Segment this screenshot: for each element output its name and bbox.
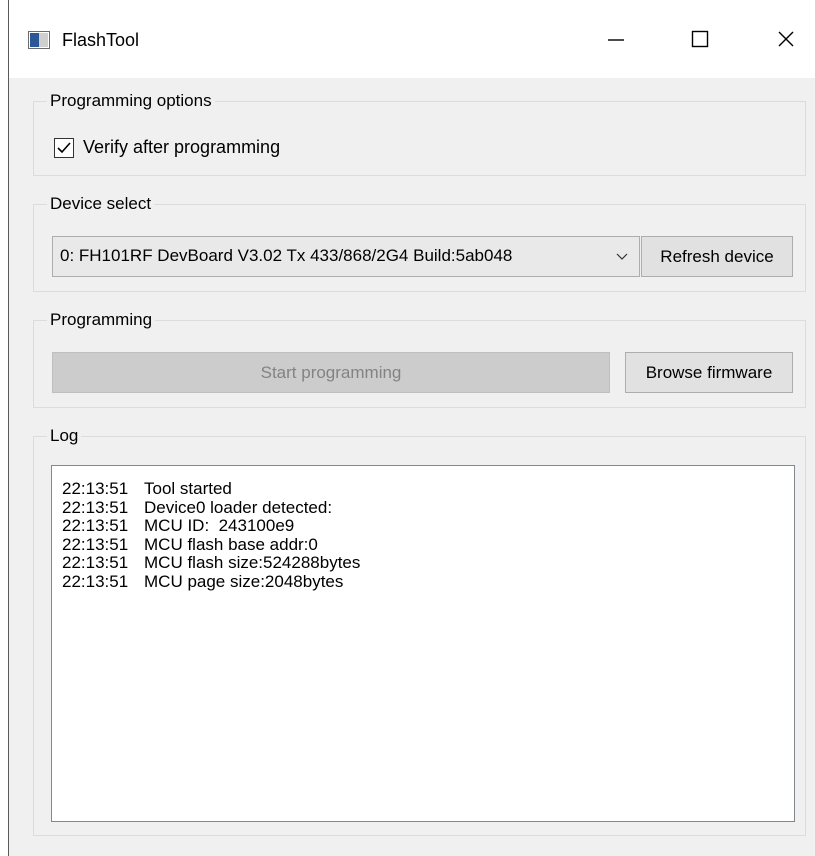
minimize-icon (608, 39, 624, 41)
window-title: FlashTool (62, 30, 140, 50)
verify-checkbox[interactable] (54, 138, 74, 158)
log-entry: 22:13:51 Tool started (62, 479, 232, 498)
log-entry: 22:13:51 MCU ID: 243100e9 (62, 516, 295, 535)
device-combobox-value: 0: FH101RF DevBoard V3.02 Tx 433/868/2G4… (60, 246, 513, 265)
browse-firmware-button[interactable]: Browse firmware (625, 352, 793, 393)
device-select-title: Device select (47, 194, 155, 214)
flashtool-window: FlashTool Programming options Verify aft… (8, 0, 815, 856)
maximize-button[interactable] (675, 16, 725, 62)
programming-title: Programming (47, 310, 156, 330)
refresh-device-button[interactable]: Refresh device (641, 236, 793, 277)
log-entry: 22:13:51 MCU page size:2048bytes (62, 571, 344, 591)
log-entry: 22:13:51 Device0 loader detected: (62, 497, 333, 517)
verify-label[interactable]: Verify after programming (83, 137, 280, 158)
log-entry: 22:13:51 MCU flash base addr:0 (62, 534, 318, 554)
log-textarea[interactable]: 22:13:51 Tool started 22:13:51 Device0 loa… (51, 465, 795, 822)
maximize-icon (691, 30, 709, 48)
log-title: Log (47, 426, 82, 446)
programming-options-title: Programming options (47, 91, 215, 111)
chevron-down-icon (616, 253, 628, 260)
title-bar[interactable]: FlashTool (9, 0, 815, 78)
start-programming-button[interactable]: Start programming (52, 352, 610, 393)
log-entry: 22:13:51 MCU flash size:524288bytes (62, 553, 361, 572)
close-button[interactable] (761, 16, 811, 62)
checkmark-icon (57, 142, 71, 154)
device-combobox[interactable]: 0: FH101RF DevBoard V3.02 Tx 433/868/2G4… (52, 236, 640, 277)
minimize-button[interactable] (591, 16, 641, 62)
close-icon (778, 31, 794, 47)
app-window-icon (28, 31, 50, 49)
